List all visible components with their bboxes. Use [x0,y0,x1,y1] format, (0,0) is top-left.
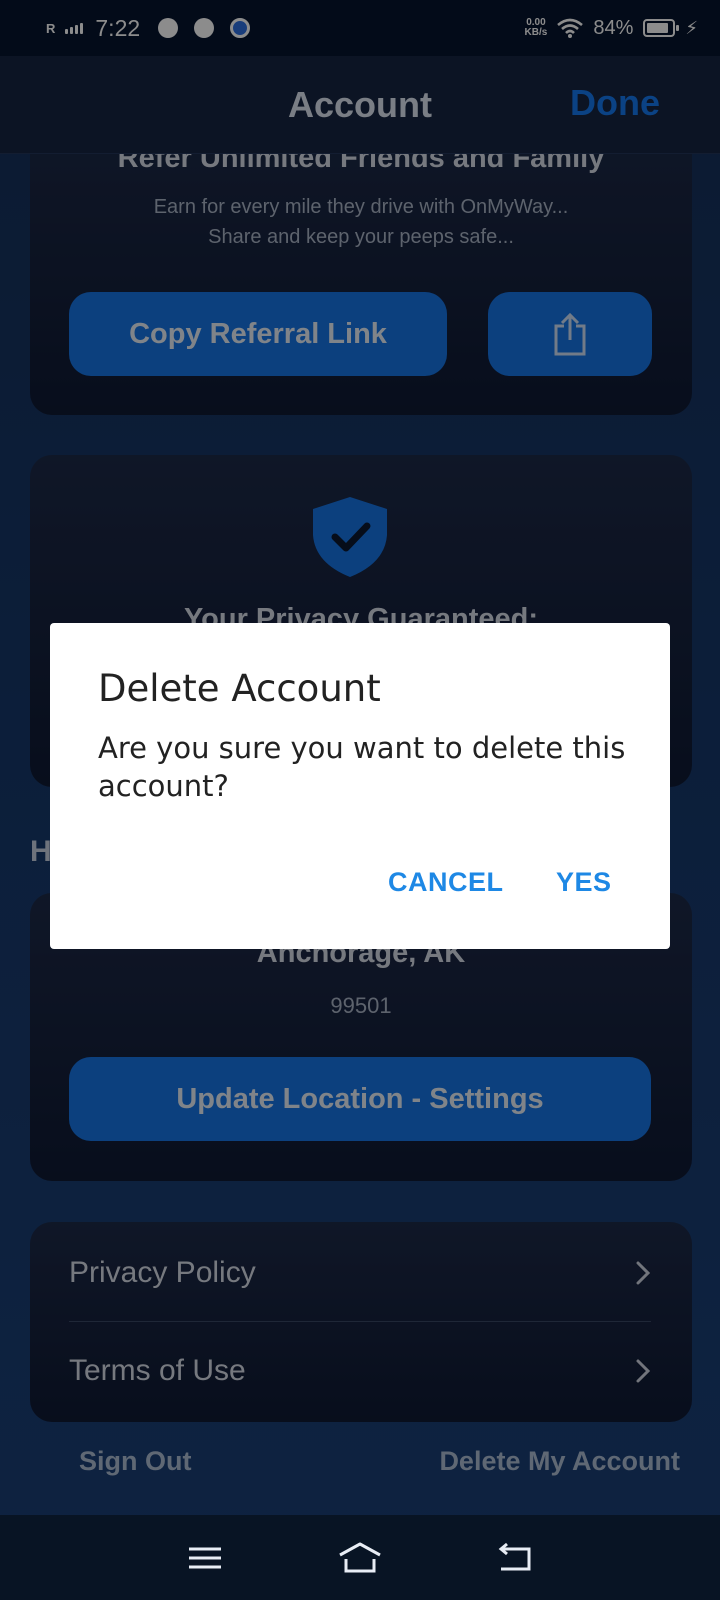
delete-account-dialog: Delete Account Are you sure you want to … [50,623,670,949]
account-screen: R 7:22 0.00 KB/s 84% ⚡ Refer Unlimited F… [0,0,720,1600]
yes-button[interactable]: YES [556,867,612,898]
home-icon[interactable] [336,1541,384,1575]
back-icon[interactable] [495,1541,535,1575]
cancel-button[interactable]: CANCEL [388,867,504,898]
system-nav-bar [0,1515,720,1600]
dialog-message: Are you sure you want to delete this acc… [98,731,626,803]
dialog-title: Delete Account [98,667,381,710]
menu-icon[interactable] [185,1541,225,1575]
